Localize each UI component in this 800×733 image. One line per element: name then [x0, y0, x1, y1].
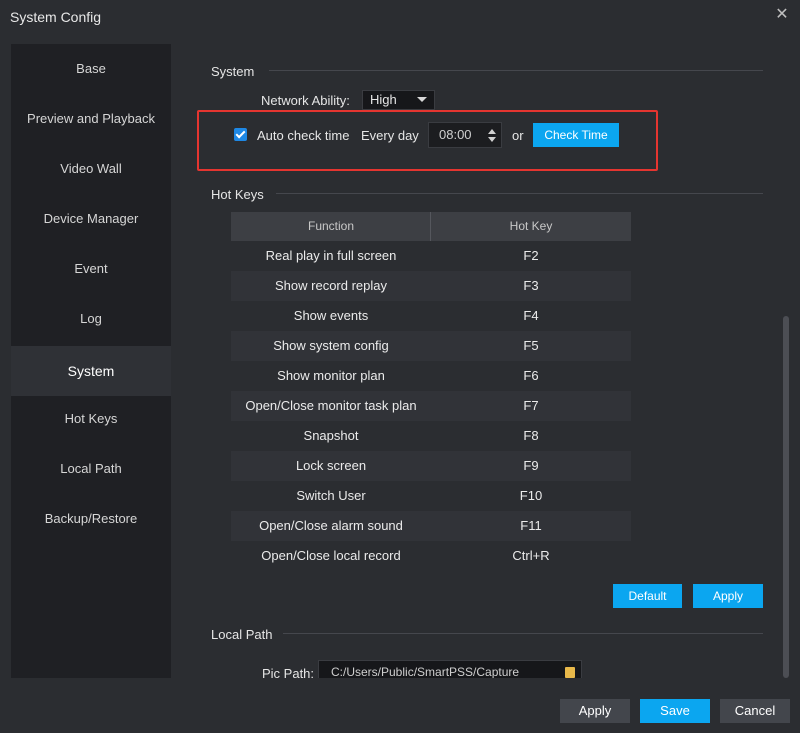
sidebar-item-backup-restore[interactable]: Backup/Restore	[11, 494, 171, 544]
auto-check-checkbox[interactable]	[234, 128, 247, 141]
sidebar-item-video-wall[interactable]: Video Wall	[11, 144, 171, 194]
folder-icon[interactable]	[565, 667, 575, 678]
section-divider	[276, 193, 763, 194]
function-cell: Switch User	[296, 488, 366, 503]
hot-key-cell: F2	[523, 248, 539, 263]
every-day-label: Every day	[361, 128, 419, 143]
section-title-local-path: Local Path	[211, 627, 273, 642]
function-cell: Show system config	[273, 338, 389, 353]
section-divider	[283, 633, 763, 634]
table-row[interactable]: Show monitor plan F6	[231, 361, 631, 391]
time-value: 08:00	[439, 127, 472, 142]
spin-up-icon[interactable]	[488, 129, 496, 134]
chevron-down-icon	[417, 97, 427, 102]
function-cell: Open/Close monitor task plan	[245, 398, 417, 413]
hot-key-cell: Ctrl+R	[512, 548, 550, 563]
time-spinbox[interactable]: 08:00	[428, 122, 502, 148]
pic-path-label: Pic Path:	[262, 666, 315, 678]
section-divider	[269, 70, 763, 71]
cancel-button[interactable]: Cancel	[720, 699, 790, 723]
sidebar-item-device-manager[interactable]: Device Manager	[11, 194, 171, 244]
network-ability-label: Network Ability:	[261, 93, 350, 108]
default-button[interactable]: Default	[613, 584, 682, 608]
sidebar-item-log[interactable]: Log	[11, 294, 171, 344]
pic-path-input[interactable]: C:/Users/Public/SmartPSS/Capture	[318, 660, 582, 678]
table-row[interactable]: Switch User F10	[231, 481, 631, 511]
table-row[interactable]: Open/Close local record Ctrl+R	[231, 541, 631, 571]
network-ability-value: High	[370, 92, 397, 107]
hotkeys-table: Function Hot Key Real play in full scree…	[231, 212, 631, 571]
column-header-hot-key: Hot Key	[509, 219, 553, 233]
sidebar-item-hot-keys[interactable]: Hot Keys	[11, 394, 171, 444]
hot-key-cell: F3	[523, 278, 539, 293]
sidebar-item-preview-and-playback[interactable]: Preview and Playback	[11, 94, 171, 144]
scrollbar-track	[781, 44, 791, 678]
auto-check-label: Auto check time	[257, 128, 350, 143]
network-ability-select[interactable]: High	[362, 90, 435, 110]
sidebar-item-base[interactable]: Base	[11, 44, 171, 94]
hotkeys-apply-button[interactable]: Apply	[693, 584, 763, 608]
pic-path-value: C:/Users/Public/SmartPSS/Capture	[331, 665, 520, 678]
section-title-system: System	[211, 64, 255, 79]
hot-key-cell: F7	[523, 398, 539, 413]
function-cell: Open/Close local record	[261, 548, 401, 563]
hot-key-cell: F8	[523, 428, 539, 443]
column-header-function: Function	[307, 219, 355, 233]
table-row[interactable]: Real play in full screen F2	[231, 241, 631, 271]
table-row[interactable]: Show events F4	[231, 301, 631, 331]
or-label: or	[512, 128, 524, 143]
save-button[interactable]: Save	[640, 699, 710, 723]
window-title: System Config	[10, 9, 102, 25]
section-title-hot-keys: Hot Keys	[211, 187, 264, 202]
hot-key-cell: F10	[519, 488, 543, 503]
hot-key-cell: F6	[523, 368, 539, 383]
scrollbar-thumb[interactable]	[783, 316, 789, 678]
table-header: Function Hot Key	[231, 212, 631, 241]
table-row[interactable]: Show system config F5	[231, 331, 631, 361]
hot-key-cell: F4	[523, 308, 539, 323]
content-panel: System Network Ability: High Auto check …	[181, 44, 781, 678]
hot-key-cell: F5	[523, 338, 539, 353]
function-cell: Show record replay	[275, 278, 387, 293]
table-row[interactable]: Show record replay F3	[231, 271, 631, 301]
spin-down-icon[interactable]	[488, 137, 496, 142]
sidebar-item-system[interactable]: System	[11, 346, 171, 396]
table-row[interactable]: Lock screen F9	[231, 451, 631, 481]
function-cell: Open/Close alarm sound	[259, 518, 403, 533]
hot-key-cell: F11	[520, 518, 542, 533]
title-bar: System Config ✕	[0, 0, 800, 32]
table-row[interactable]: Snapshot F8	[231, 421, 631, 451]
function-cell: Real play in full screen	[265, 248, 397, 263]
function-cell: Snapshot	[303, 428, 359, 443]
apply-button[interactable]: Apply	[560, 699, 630, 723]
table-row[interactable]: Open/Close monitor task plan F7	[231, 391, 631, 421]
function-cell: Lock screen	[295, 458, 367, 473]
sidebar-item-local-path[interactable]: Local Path	[11, 444, 171, 494]
close-icon[interactable]: ✕	[774, 6, 790, 24]
function-cell: Show events	[293, 308, 369, 323]
function-cell: Show monitor plan	[277, 368, 385, 383]
hot-key-cell: F9	[523, 458, 539, 473]
sidebar-item-event[interactable]: Event	[11, 244, 171, 294]
table-row[interactable]: Open/Close alarm sound F11	[231, 511, 631, 541]
check-time-button[interactable]: Check Time	[533, 123, 619, 147]
sidebar: Base Preview and Playback Video Wall Dev…	[11, 44, 171, 678]
